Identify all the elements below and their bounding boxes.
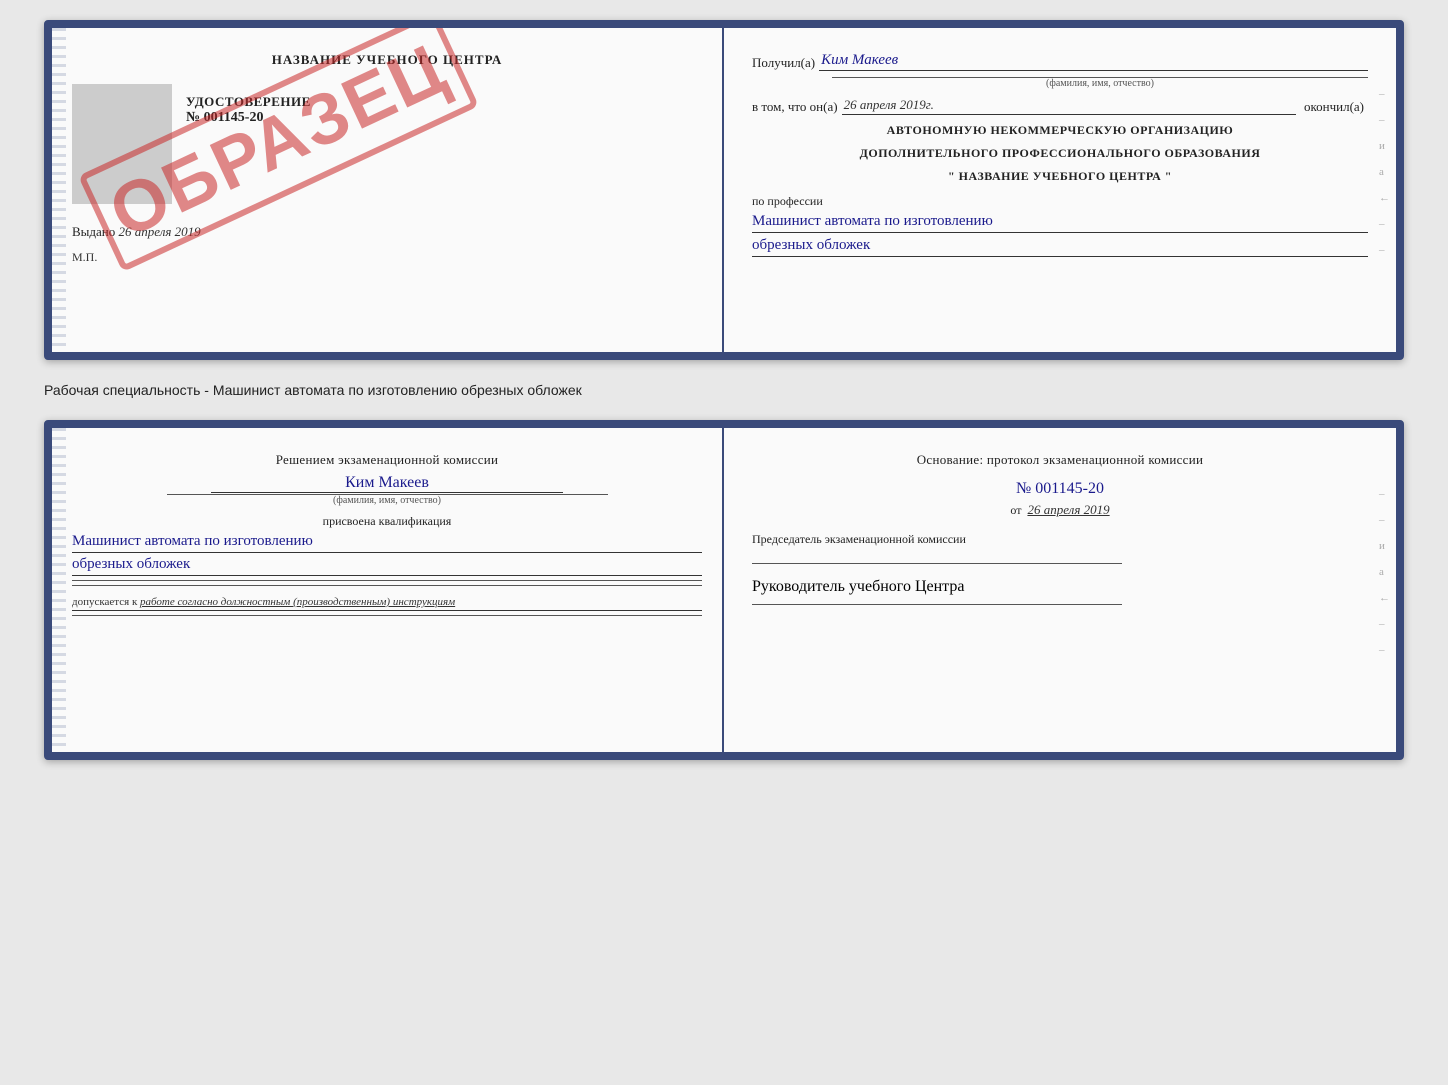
top-doc-right: Получил(а) Ким Макеев (фамилия, имя, отч… [724,28,1396,352]
top-left-title: НАЗВАНИЕ УЧЕБНОГО ЦЕНТРА [72,52,702,68]
profession1: Машинист автомата по изготовлению [752,213,1368,233]
predsed-label: Председатель экзаменационной комиссии [752,532,1368,547]
right-margin-marks: ––иа←–– [1379,88,1390,256]
vtom-date: 26 апреля 2019г. [842,97,1296,115]
top-doc-left: НАЗВАНИЕ УЧЕБНОГО ЦЕНТРА ОБРАЗЕЦ УДОСТОВ… [52,28,724,352]
predsed-sign-line [752,563,1122,564]
fio-area: Ким Макеев (фамилия, имя, отчество) [167,474,608,506]
photo-udost-area: УДОСТОВЕРЕНИЕ № 001145-20 [72,84,702,212]
protocol-number: № 001145-20 [752,480,1368,498]
org-line2: ДОПОЛНИТЕЛЬНОГО ПРОФЕССИОНАЛЬНОГО ОБРАЗО… [752,146,1368,161]
mp-line: М.П. [72,250,702,265]
vydano-line: Выдано 26 апреля 2019 [72,224,702,240]
poluchil-row: Получил(а) Ким Макеев [752,52,1368,71]
ot-line: от 26 апреля 2019 [752,502,1368,518]
prisvoena-text: присвоена квалификация [72,514,702,529]
resheniem-text: Решением экзаменационной комиссии [72,452,702,468]
kvalif2: обрезных обложек [72,556,702,576]
poluchil-label: Получил(а) [752,55,815,71]
predsed-block: Председатель экзаменационной комиссии [752,532,1368,564]
vydano-date: 26 апреля 2019 [119,224,201,239]
org-line3: " НАЗВАНИЕ УЧЕБНОГО ЦЕНТРА " [752,169,1368,184]
vtom-row: в том, что он(а) 26 апреля 2019г. окончи… [752,97,1368,115]
poluchil-value: Ким Макеев [819,52,1368,71]
profession2: обрезных обложек [752,237,1368,257]
vtom-label: в том, что он(а) [752,99,838,115]
rukav-label: Руководитель учебного Центра [752,578,1368,596]
bottom-right-margin-marks: ––иа←–– [1379,488,1390,656]
rukav-sign-line [752,604,1122,605]
fam-placeholder-bottom: (фамилия, имя, отчество) [167,494,608,506]
caption-row: Рабочая специальность - Машинист автомат… [44,378,1404,402]
fam-placeholder-top: (фамилия, имя, отчество) [832,77,1368,89]
dopuskaet-label: допускается к [72,596,137,608]
ot-date: 26 апреля 2019 [1027,502,1109,518]
fio-underline: Ким Макеев [211,474,564,493]
top-document-pair: НАЗВАНИЕ УЧЕБНОГО ЦЕНТРА ОБРАЗЕЦ УДОСТОВ… [44,20,1404,360]
org-line1: АВТОНОМНУЮ НЕКОММЕРЧЕСКУЮ ОРГАНИЗАЦИЮ [752,123,1368,138]
bottom-doc-right: Основание: протокол экзаменационной коми… [724,428,1396,752]
kvalif1: Машинист автомата по изготовлению [72,533,702,553]
bottom-doc-left: Решением экзаменационной комиссии Ким Ма… [52,428,724,752]
bottom-document-pair: Решением экзаменационной комиссии Ким Ма… [44,420,1404,760]
osnovanie-text: Основание: протокол экзаменационной коми… [752,452,1368,468]
dopuskaet-value: работе согласно должностным (производств… [140,596,455,608]
okonchil-label: окончил(а) [1304,99,1364,115]
fio-value: Ким Макеев [211,474,564,492]
rukav-block: Руководитель учебного Центра [752,578,1368,605]
ot-label: от [1010,503,1021,518]
dopuskaet-row: допускается к работе согласно должностны… [72,596,702,611]
caption-text: Рабочая специальность - Машинист автомат… [44,382,582,398]
vydano-label: Выдано [72,224,115,239]
photo-placeholder [72,84,172,204]
po-professii: по профессии [752,194,1368,209]
